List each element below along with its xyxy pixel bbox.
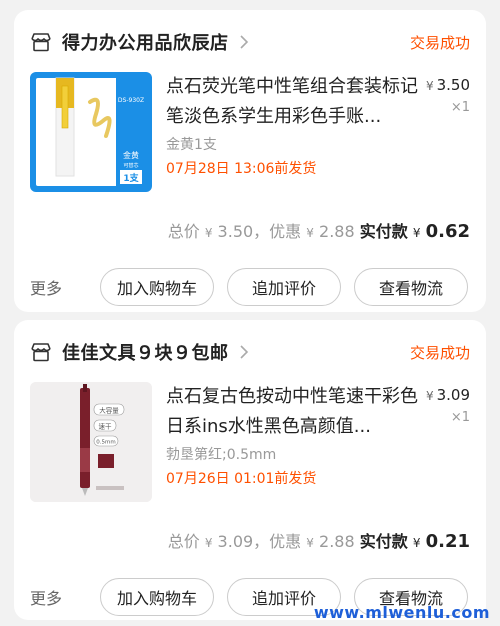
store-icon <box>31 343 51 362</box>
order-status: 交易成功 <box>409 34 470 52</box>
ship-note: 07月26日 01:01前发货 <box>166 471 317 487</box>
sku-spec: 勃垦第红;0.5mm <box>166 447 277 463</box>
view-logistics-button[interactable]: 查看物流 <box>354 268 468 306</box>
product-thumbnail[interactable]: DS-930Z 金黄 可替芯 1支 <box>30 72 152 192</box>
thumb-tag2: 速干 <box>99 423 113 431</box>
sku-spec: 金黄1支 <box>166 137 217 153</box>
more-link[interactable]: 更多 <box>30 275 100 299</box>
chevron-right-icon <box>239 35 248 49</box>
gel-pen-image: 大容量 速干 0.5mm <box>30 382 152 502</box>
order-actions: 更多 加入购物车 追加评价 查看物流 <box>30 268 470 306</box>
paid-amount: 0.21 <box>425 531 470 552</box>
unit-price: ¥3.09 <box>425 386 470 404</box>
store-icon <box>31 33 51 52</box>
order-card: 得力办公用品欣辰店 交易成功 DS-930Z 金黄 可替芯 1支 点石荧光笔中性… <box>14 10 486 312</box>
product-thumbnail[interactable]: 大容量 速干 0.5mm <box>30 382 152 502</box>
add-to-cart-button[interactable]: 加入购物车 <box>100 268 214 306</box>
shop-name[interactable]: 得力办公用品欣辰店 <box>62 29 229 55</box>
order-status: 交易成功 <box>409 344 470 362</box>
order-card: 佳佳文具９块９包邮 交易成功 大容量 速干 0.5mm 点石复古色按动中性笔速干… <box>14 320 486 620</box>
highlighter-pen-image: DS-930Z 金黄 可替芯 1支 <box>36 77 146 186</box>
shop-name[interactable]: 佳佳文具９块９包邮 <box>62 339 229 365</box>
site-watermark: www.mlwenlu.com <box>313 603 490 622</box>
chevron-right-icon <box>239 345 248 359</box>
unit-price: ¥3.50 <box>425 76 470 94</box>
order-totals: 总价 ¥ 3.09，优惠 ¥ 2.88 实付款 ¥ 0.21 <box>167 531 470 552</box>
more-link[interactable]: 更多 <box>30 585 100 609</box>
add-to-cart-button[interactable]: 加入购物车 <box>100 578 214 616</box>
quantity: ×1 <box>450 410 470 425</box>
shop-header[interactable]: 佳佳文具９块９包邮 交易成功 <box>30 338 470 366</box>
thumb-color: 金黄 <box>123 150 139 160</box>
product-title[interactable]: 点石荧光笔中性笔组合套装标记笔淡色系学生用彩色手账... <box>166 72 418 132</box>
thumb-count: 1支 <box>123 172 139 184</box>
add-review-button[interactable]: 追加评价 <box>227 268 341 306</box>
thumb-tag1: 大容量 <box>99 406 119 415</box>
product-title[interactable]: 点石复古色按动中性笔速干彩色日系ins水性黑色高颜值... <box>166 382 418 442</box>
paid-amount: 0.62 <box>425 221 470 242</box>
ship-note: 07月28日 13:06前发货 <box>166 161 317 177</box>
thumb-code: DS-930Z <box>118 97 144 104</box>
quantity: ×1 <box>450 100 470 115</box>
thumb-tag3: 0.5mm <box>96 440 115 446</box>
shop-header[interactable]: 得力办公用品欣辰店 交易成功 <box>30 28 470 56</box>
thumb-sub: 可替芯 <box>123 162 138 169</box>
order-totals: 总价 ¥ 3.50，优惠 ¥ 2.88 实付款 ¥ 0.62 <box>167 221 470 242</box>
